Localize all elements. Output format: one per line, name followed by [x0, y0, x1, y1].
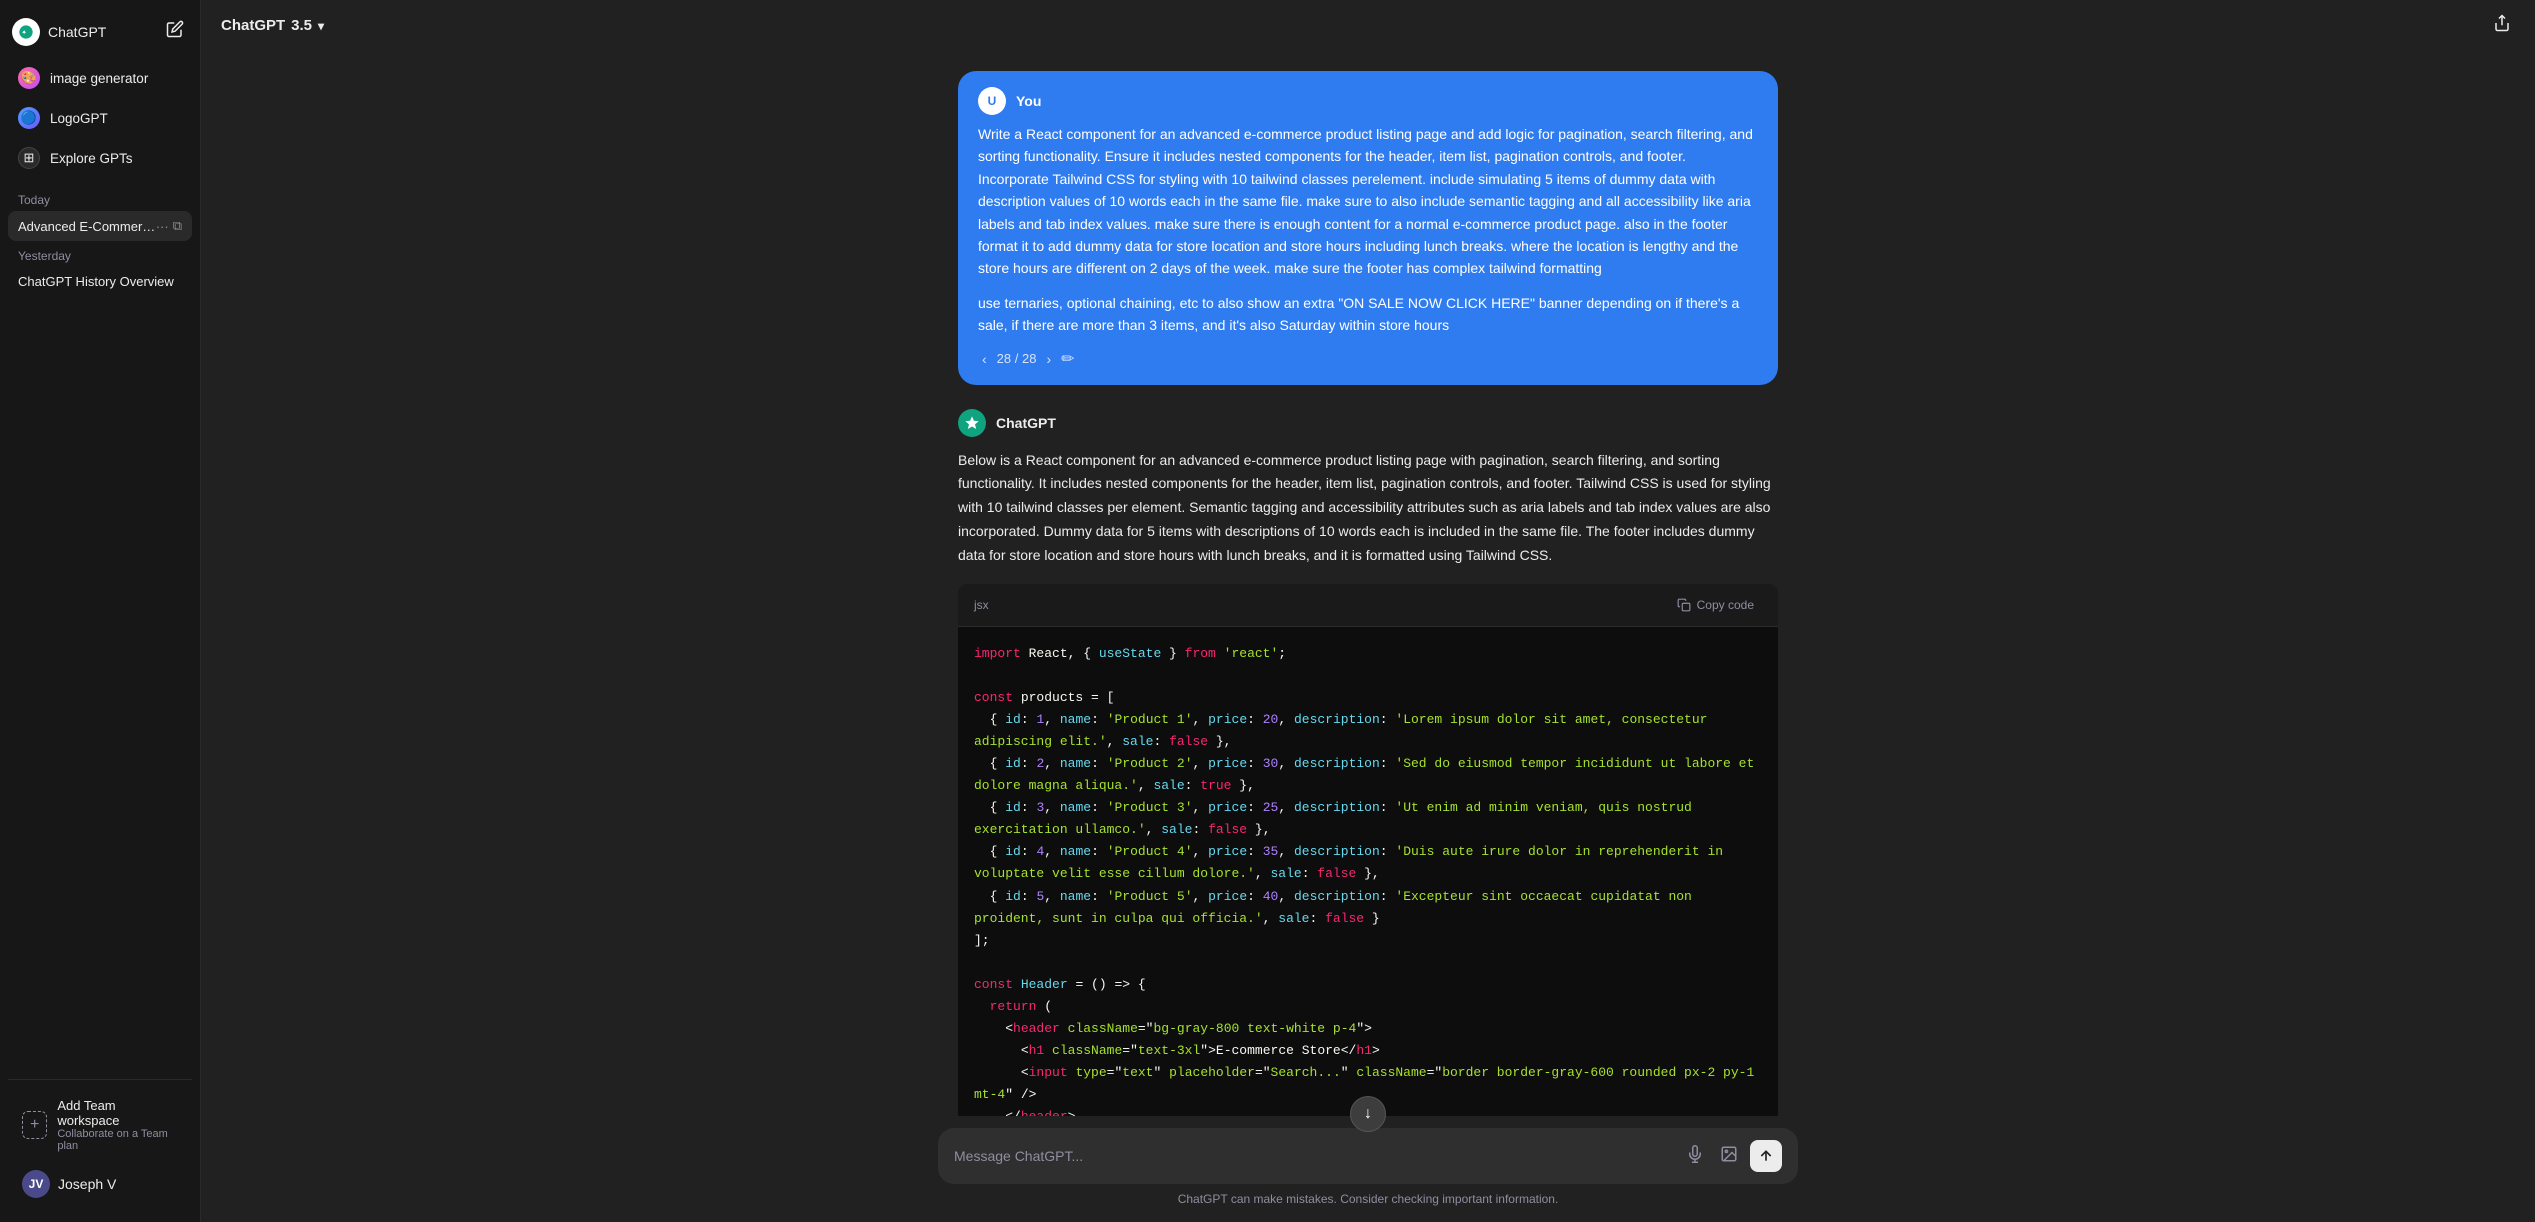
sidebar-header: ✦ ChatGPT	[8, 8, 192, 55]
prev-message-button[interactable]: ‹	[978, 349, 991, 369]
disclaimer-text: ChatGPT can make mistakes. Consider chec…	[1178, 1192, 1559, 1206]
assistant-intro-text: Below is a React component for an advanc…	[958, 449, 1778, 568]
sidebar-item-logogpt[interactable]: 🔵 LogoGPT	[8, 99, 192, 137]
topbar-actions	[2489, 10, 2515, 41]
add-team-text-block: Add Team workspace Collaborate on a Team…	[57, 1098, 178, 1152]
assistant-message: ChatGPT Below is a React component for a…	[958, 409, 1778, 1116]
user-message-header: U You	[978, 87, 1758, 115]
section-yesterday: Yesterday	[8, 241, 192, 267]
sidebar-item-label: image generator	[50, 71, 148, 86]
chat-item-actions: ··· ⧉	[156, 218, 182, 234]
chatgpt-logo-icon: ✦	[12, 18, 40, 46]
code-line: { id: 1, name: 'Product 1', price: 20, d…	[974, 709, 1762, 753]
add-team-workspace[interactable]: + Add Team workspace Collaborate on a Te…	[12, 1088, 188, 1162]
code-lang-label: jsx	[974, 598, 989, 612]
code-line	[974, 665, 1762, 687]
share-chat-icon[interactable]: ⧉	[173, 218, 182, 234]
chat-area: U You Write a React component for an adv…	[201, 51, 2535, 1116]
model-selector[interactable]: ChatGPT 3.5 ▾	[221, 17, 324, 34]
sidebar: ✦ ChatGPT 🎨 image generator 🔵 LogoGPT ⊞ …	[0, 0, 200, 1222]
user-message-avatar: U	[978, 87, 1006, 115]
code-line: { id: 3, name: 'Product 3', price: 25, d…	[974, 797, 1762, 841]
add-team-icon: +	[22, 1111, 47, 1139]
assistant-name: ChatGPT	[996, 415, 1056, 431]
scroll-to-bottom-button[interactable]: ↓	[1350, 1096, 1386, 1132]
chat-item-history[interactable]: ChatGPT History Overview	[8, 267, 192, 296]
user-avatar: JV	[22, 1170, 50, 1198]
sidebar-app-name: ChatGPT	[48, 24, 106, 40]
next-message-button[interactable]: ›	[1042, 349, 1055, 369]
code-line: return (	[974, 996, 1762, 1018]
new-chat-button[interactable]	[162, 16, 188, 47]
code-line: <header className="bg-gray-800 text-whit…	[974, 1018, 1762, 1040]
logogpt-icon: 🔵	[18, 107, 40, 129]
chat-item-advanced-ecommerce[interactable]: Advanced E-Commerce Co... ··· ⧉	[8, 211, 192, 241]
sidebar-nav: 🎨 image generator 🔵 LogoGPT ⊞ Explore GP…	[8, 59, 192, 177]
assistant-icon	[958, 409, 986, 437]
svg-text:✦: ✦	[21, 28, 27, 36]
sidebar-item-explore-gpts[interactable]: ⊞ Explore GPTs	[8, 139, 192, 177]
code-line: import React, { useState } from 'react';	[974, 643, 1762, 665]
code-block-header: jsx Copy code	[958, 584, 1778, 627]
code-block: jsx Copy code import React, { useState }…	[958, 584, 1778, 1117]
message-container: U You Write a React component for an adv…	[938, 71, 1798, 1116]
user-message-name: You	[1016, 93, 1041, 109]
add-team-label: Add Team workspace	[57, 1098, 178, 1128]
code-line: const Header = () => {	[974, 974, 1762, 996]
user-profile[interactable]: JV Joseph V	[12, 1162, 188, 1206]
chat-item-label: ChatGPT History Overview	[18, 274, 182, 289]
code-line: { id: 4, name: 'Product 4', price: 35, d…	[974, 841, 1762, 885]
sidebar-item-label: Explore GPTs	[50, 151, 133, 166]
message-input[interactable]	[954, 1148, 1670, 1164]
model-version: 3.5	[291, 17, 312, 34]
more-options-icon[interactable]: ···	[156, 219, 169, 234]
scroll-down-icon: ↓	[1364, 1105, 1372, 1123]
image-input-button[interactable]	[1716, 1141, 1742, 1172]
section-today: Today	[8, 185, 192, 211]
sidebar-item-label: LogoGPT	[50, 111, 108, 126]
add-team-sublabel: Collaborate on a Team plan	[57, 1128, 178, 1152]
message-position: 28 / 28	[997, 351, 1037, 366]
copy-btn-label: Copy code	[1697, 598, 1754, 612]
code-line: <h1 className="text-3xl">E-commerce Stor…	[974, 1040, 1762, 1062]
message-nav: ‹ 28 / 28 › ✏	[978, 349, 1758, 369]
user-message: U You Write a React component for an adv…	[958, 71, 1778, 385]
code-line: const products = [	[974, 687, 1762, 709]
sidebar-bottom: + Add Team workspace Collaborate on a Te…	[8, 1079, 192, 1214]
edit-message-button[interactable]: ✏	[1061, 349, 1074, 369]
message-input-container	[938, 1128, 1798, 1184]
code-line	[974, 952, 1762, 974]
code-line: ];	[974, 930, 1762, 952]
input-actions	[1682, 1140, 1782, 1172]
user-name: Joseph V	[58, 1176, 116, 1192]
main-content: ChatGPT 3.5 ▾ U You Write a Reac	[201, 0, 2535, 1222]
explore-gpts-icon: ⊞	[18, 147, 40, 169]
model-name: ChatGPT	[221, 17, 285, 34]
code-content: import React, { useState } from 'react';…	[958, 627, 1778, 1117]
topbar: ChatGPT 3.5 ▾	[201, 0, 2535, 51]
user-message-text: Write a React component for an advanced …	[978, 123, 1758, 280]
assistant-header: ChatGPT	[958, 409, 1778, 437]
voice-input-button[interactable]	[1682, 1141, 1708, 1172]
sidebar-item-image-generator[interactable]: 🎨 image generator	[8, 59, 192, 97]
copy-code-button[interactable]: Copy code	[1669, 594, 1762, 616]
send-button[interactable]	[1750, 1140, 1782, 1172]
sidebar-logo: ✦ ChatGPT	[12, 18, 106, 46]
image-generator-icon: 🎨	[18, 67, 40, 89]
share-button[interactable]	[2489, 10, 2515, 41]
code-line: { id: 5, name: 'Product 5', price: 40, d…	[974, 886, 1762, 930]
chevron-down-icon: ▾	[318, 19, 324, 33]
user-message-text-2: use ternaries, optional chaining, etc to…	[978, 292, 1758, 337]
code-line: { id: 2, name: 'Product 2', price: 30, d…	[974, 753, 1762, 797]
chat-item-label: Advanced E-Commerce Co...	[18, 219, 156, 234]
